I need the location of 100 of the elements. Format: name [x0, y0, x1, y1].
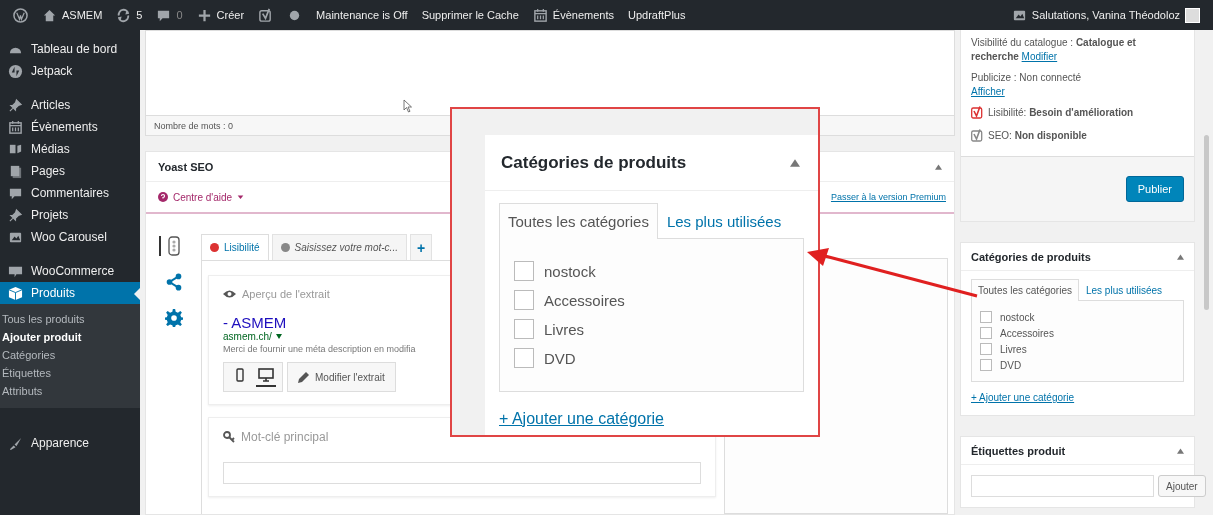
menu-item[interactable]: Commentaires: [0, 182, 140, 204]
toolbar-label: Créer: [216, 9, 245, 21]
menu-item[interactable]: Évènements: [0, 116, 140, 138]
help-center-button[interactable]: Centre d'aide: [158, 191, 245, 203]
box-icon: [8, 285, 23, 301]
toolbar-link[interactable]: UpdraftPlus: [621, 9, 693, 21]
category-label: Accessoires: [1000, 327, 1054, 339]
menu-item[interactable]: Médias: [0, 138, 140, 160]
category-tab[interactable]: Les plus utilisées: [657, 203, 791, 239]
category-label: DVD: [1000, 359, 1022, 371]
publish-button[interactable]: Publier: [1125, 176, 1184, 202]
avatar[interactable]: [1185, 7, 1200, 23]
toolbar-label: Évènements: [552, 9, 614, 21]
toolbar-label: 5: [136, 9, 143, 21]
yoast-logo-icon: [258, 7, 274, 23]
add-tag-button[interactable]: Ajouter: [1158, 475, 1206, 497]
tag-input[interactable]: [971, 475, 1154, 497]
analysis-tab[interactable]: Lisibilité: [201, 234, 269, 260]
catalog-visibility-text: Visibilité du catalogue : Catalogue et recherche Modifier: [971, 36, 1137, 63]
cursor-icon: [403, 99, 413, 113]
keyword-label: Mot-clé principal: [241, 430, 329, 444]
wordpress-logo-icon: [13, 7, 28, 23]
category-tab[interactable]: Toutes les catégories: [971, 279, 1079, 301]
show-link[interactable]: Afficher: [971, 85, 1005, 97]
premium-link[interactable]: Passer à la version Premium: [830, 192, 946, 202]
eye-icon: [223, 289, 236, 299]
checkbox[interactable]: [514, 319, 534, 339]
category-label: Livres: [544, 320, 584, 338]
submenu-item[interactable]: Tous les produits: [0, 310, 140, 328]
collapse-arrow-icon[interactable]: [1177, 447, 1184, 454]
add-keyword-tab[interactable]: +: [409, 234, 433, 260]
caret-icon: [275, 334, 282, 339]
pencil-icon: [298, 371, 309, 383]
menu-item[interactable]: WooCommerce: [0, 260, 140, 282]
plus-icon: [196, 7, 212, 23]
pushpin-icon: [8, 207, 23, 223]
panel-title: Catégories de produits: [971, 250, 1091, 263]
checkbox[interactable]: [980, 359, 992, 371]
checkbox[interactable]: [980, 311, 992, 323]
checkbox[interactable]: [514, 290, 534, 310]
pages-icon: [8, 163, 23, 179]
menu-item[interactable]: Pages: [0, 160, 140, 182]
seo-score-text: SEO: Non disponible: [988, 130, 1087, 141]
calendar-icon: [532, 7, 548, 23]
snippet-title: - ASMEM: [223, 314, 287, 331]
add-category-link[interactable]: + Ajouter une catégorie: [499, 410, 664, 428]
menu-item[interactable]: Jetpack: [0, 60, 140, 82]
pushpin-icon: [8, 97, 23, 113]
edit-snippet-button[interactable]: Modifier l'extrait: [287, 362, 396, 392]
category-label: Accessoires: [544, 291, 625, 309]
publicize-text: Publicize : Non connecté: [971, 72, 1082, 83]
menu-item[interactable]: Apparence: [0, 432, 140, 454]
submenu-item[interactable]: Étiquettes: [0, 364, 140, 382]
home-icon: [42, 7, 57, 23]
key-icon: [223, 431, 235, 443]
seo-score-text: Lisibilité: Besoin d'amélioration: [988, 107, 1134, 118]
category-label: Livres: [1000, 343, 1027, 355]
category-label: nostock: [544, 262, 596, 280]
calendar-icon: [8, 119, 23, 135]
snippet-heading: Aperçu de l'extrait: [242, 288, 330, 300]
content-editor[interactable]: [145, 30, 955, 115]
refresh-icon: [116, 7, 132, 23]
menu-item[interactable]: Produits: [0, 282, 140, 304]
category-tab[interactable]: Les plus utilisées: [1078, 279, 1170, 301]
jetpack-logo-icon: [8, 63, 23, 79]
share-icon: [164, 272, 183, 292]
snippet-description: Merci de fournir une méta description en modifia: [223, 344, 417, 354]
snippet-url: asmem.ch/: [223, 331, 272, 342]
comment-count: 0: [176, 9, 183, 21]
panel-title: Étiquettes produit: [971, 444, 1066, 457]
keyword-input[interactable]: [223, 462, 701, 484]
collapse-arrow-icon[interactable]: [1177, 253, 1184, 260]
category-label: DVD: [544, 349, 576, 367]
category-label: nostock: [1000, 311, 1035, 323]
menu-item[interactable]: Projets: [0, 204, 140, 226]
toolbar-link[interactable]: Maintenance is Off: [309, 9, 415, 21]
analysis-tab[interactable]: Saisissez votre mot-c...: [271, 234, 407, 260]
checkbox[interactable]: [514, 261, 534, 281]
submenu-item[interactable]: Catégories: [0, 346, 140, 364]
category-tab[interactable]: Toutes les catégories: [499, 203, 658, 239]
panel-title: Yoast SEO: [158, 160, 214, 173]
preview-mode-button[interactable]: [256, 367, 276, 387]
toolbar-label: ASMEM: [62, 9, 103, 21]
checkbox[interactable]: [980, 327, 992, 339]
submenu-item[interactable]: Ajouter produit: [0, 328, 140, 346]
menu-item[interactable]: Woo Carousel: [0, 226, 140, 248]
collapse-arrow-icon[interactable]: [935, 163, 942, 170]
add-category-link[interactable]: + Ajouter une catégorie: [971, 392, 1075, 403]
toolbar-link[interactable]: Supprimer le Cache: [414, 9, 526, 21]
checkbox[interactable]: [514, 348, 534, 368]
edit-link[interactable]: Modifier: [1021, 50, 1058, 62]
submenu-item[interactable]: Attributs: [0, 382, 140, 400]
checkbox[interactable]: [980, 343, 992, 355]
settings-icon: [164, 308, 183, 328]
help-icon: [158, 192, 168, 202]
menu-item[interactable]: Articles: [0, 94, 140, 116]
menu-item[interactable]: Tableau de bord: [0, 38, 140, 60]
panel-title: Catégories de produits: [501, 152, 687, 173]
collapse-arrow-icon[interactable]: [790, 158, 800, 167]
greeting[interactable]: Salutations, Vanina Théodoloz: [1031, 9, 1180, 21]
